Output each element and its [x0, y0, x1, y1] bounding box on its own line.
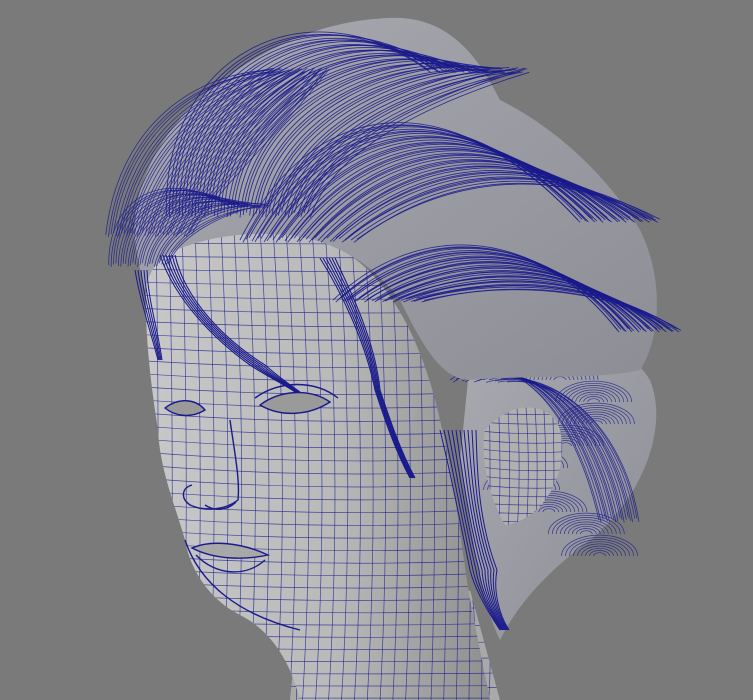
- wire-edge: [577, 543, 622, 557]
- 3d-viewport[interactable]: [0, 0, 753, 700]
- wire-edge: [593, 552, 606, 557]
- wireframe-render: [105, 17, 682, 700]
- wire-edge: [589, 550, 610, 557]
- wire-edge: [581, 545, 618, 557]
